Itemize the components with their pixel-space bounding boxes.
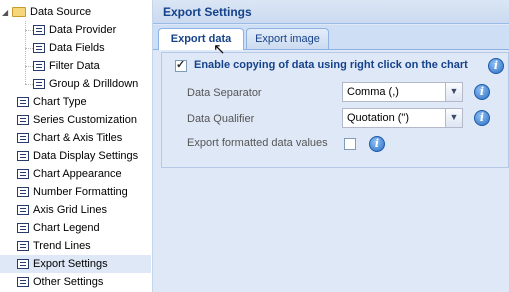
tree-item-label: Number Formatting — [33, 186, 128, 198]
info-icon[interactable]: i — [488, 58, 504, 74]
tree-item-label: Series Customization — [33, 114, 137, 126]
tree-item-data-fields[interactable]: Data Fields — [33, 39, 105, 57]
tree-item-data-provider[interactable]: Data Provider — [33, 21, 116, 39]
chevron-down-icon[interactable]: ▼ — [445, 83, 462, 101]
enable-copy-checkbox[interactable] — [175, 58, 187, 72]
settings-node-icon — [17, 97, 29, 108]
settings-node-icon — [17, 205, 29, 216]
tree-guide-line — [25, 48, 33, 49]
tree-item-chart-legend[interactable]: Chart Legend — [17, 219, 100, 237]
data-qualifier-value: Quotation (") — [347, 112, 409, 124]
settings-node-icon — [17, 241, 29, 252]
settings-node-icon — [33, 43, 45, 54]
tree-item-label: Other Settings — [33, 276, 104, 288]
tree-item-chart-appearance[interactable]: Chart Appearance — [17, 165, 122, 183]
tree-item-label: Data Provider — [49, 24, 117, 36]
export-formatted-label: Export formatted data values — [187, 137, 328, 149]
tree-item-label: Chart Legend — [33, 222, 100, 234]
tree-item-label: Chart Appearance — [33, 168, 122, 180]
tree-item-label: Chart & Axis Titles — [33, 132, 123, 144]
settings-node-icon — [17, 187, 29, 198]
settings-node-icon — [17, 277, 29, 288]
tree-item-label: Data Display Settings — [33, 150, 139, 162]
settings-node-icon — [17, 169, 29, 180]
tree-item-trend-lines[interactable]: Trend Lines — [17, 237, 91, 255]
export-data-form: Enable copying of data using right click… — [161, 52, 509, 168]
settings-node-icon — [33, 79, 45, 90]
chevron-down-icon[interactable]: ▼ — [445, 109, 462, 127]
tab-export-data[interactable]: Export data — [158, 28, 244, 50]
tree-item-filter-data[interactable]: Filter Data — [33, 57, 100, 75]
tree-item-label: Group & Drilldown — [49, 78, 139, 90]
info-icon[interactable]: i — [369, 136, 385, 152]
export-formatted-checkbox[interactable] — [344, 138, 356, 150]
settings-node-icon — [33, 61, 45, 72]
export-settings-panel: Export Settings Export data Export image… — [153, 0, 509, 292]
tree-item-chart-type[interactable]: Chart Type — [17, 93, 87, 111]
tree-item-data-display-settings[interactable]: Data Display Settings — [17, 147, 138, 165]
tree-item-label: Filter Data — [49, 60, 100, 72]
settings-node-icon — [17, 115, 29, 126]
tree-guide-line — [25, 30, 33, 31]
mouse-cursor-icon: ↖ — [213, 41, 226, 58]
tree-item-axis-grid-lines[interactable]: Axis Grid Lines — [17, 201, 107, 219]
settings-node-icon — [17, 151, 29, 162]
tree-item-label: Data Fields — [49, 42, 105, 54]
tree-item-label: Trend Lines — [33, 240, 91, 252]
tree-item-label: Chart Type — [33, 96, 87, 108]
tree-item-export-settings[interactable]: Export Settings — [0, 255, 151, 273]
folder-icon — [12, 7, 26, 18]
tree-item-label: Export Settings — [33, 258, 108, 270]
enable-copy-label: Enable copying of data using right click… — [194, 59, 468, 71]
settings-node-icon — [17, 133, 29, 144]
tree-node-data-source[interactable]: ◢ Data Source — [2, 3, 91, 21]
data-qualifier-label: Data Qualifier — [187, 113, 255, 125]
settings-node-icon — [17, 223, 29, 234]
settings-node-icon — [17, 259, 29, 270]
info-icon[interactable]: i — [474, 84, 490, 100]
tree-item-group-drilldown[interactable]: Group & Drilldown — [33, 75, 138, 93]
data-qualifier-select[interactable]: Quotation (") ▼ — [342, 108, 463, 128]
tree-guide-line — [25, 84, 33, 85]
settings-node-icon — [33, 25, 45, 36]
data-separator-label: Data Separator — [187, 87, 262, 99]
panel-title: Export Settings — [153, 0, 509, 24]
tree-guide-line — [25, 66, 33, 67]
settings-tree: ◢ Data Source Data Provider Data Fields F… — [0, 0, 153, 292]
data-separator-select[interactable]: Comma (,) ▼ — [342, 82, 463, 102]
tree-item-label: Axis Grid Lines — [33, 204, 107, 216]
data-separator-value: Comma (,) — [347, 86, 399, 98]
info-icon[interactable]: i — [474, 110, 490, 126]
tree-item-series-customization[interactable]: Series Customization — [17, 111, 137, 129]
tab-export-image[interactable]: Export image — [246, 28, 329, 49]
tree-item-other-settings[interactable]: Other Settings — [17, 273, 103, 291]
collapse-arrow-icon[interactable]: ◢ — [2, 4, 12, 22]
tree-item-chart-axis-titles[interactable]: Chart & Axis Titles — [17, 129, 122, 147]
tree-node-label: Data Source — [30, 6, 92, 18]
tab-strip: Export data Export image — [153, 25, 509, 50]
tree-item-number-formatting[interactable]: Number Formatting — [17, 183, 128, 201]
